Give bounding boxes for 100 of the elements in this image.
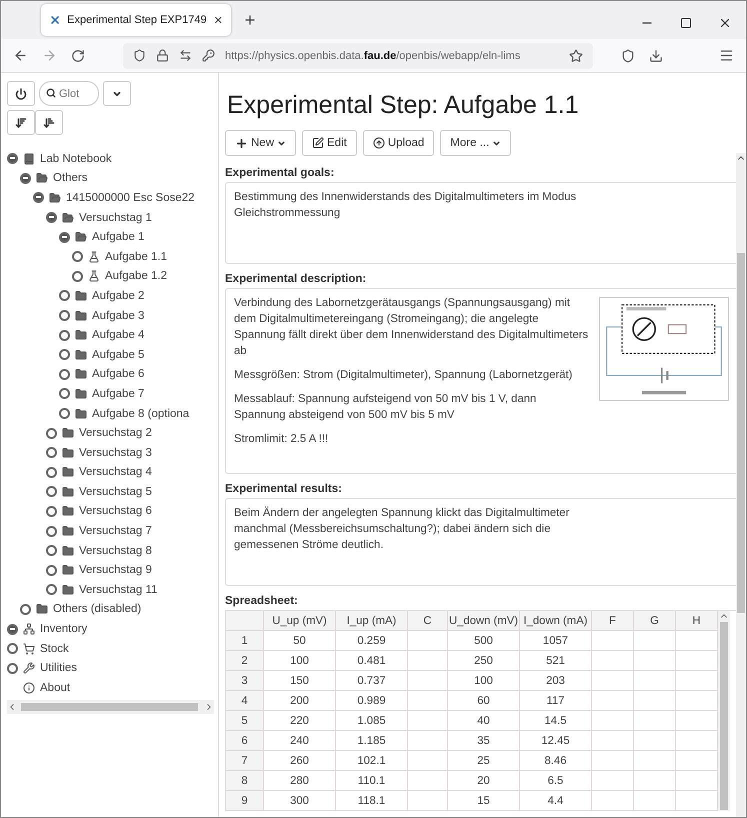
tree-item[interactable]: Aufgabe 7 [92, 388, 144, 400]
power-button[interactable] [7, 81, 35, 106]
expand-icon[interactable] [7, 643, 18, 654]
tree-item[interactable]: Versuchstag 11 [79, 584, 158, 596]
table-scrollbar[interactable] [718, 611, 730, 811]
expand-icon[interactable] [46, 486, 57, 498]
table-cell [676, 751, 718, 771]
collapse-icon[interactable] [59, 232, 70, 243]
tree-item[interactable]: Versuchstag 4 [79, 466, 152, 478]
tree-item[interactable]: Aufgabe 8 (optiona [92, 408, 190, 420]
table-cell: 118.1 [336, 791, 408, 811]
action-button[interactable]: More ... [440, 130, 512, 156]
expand-icon[interactable] [7, 662, 18, 674]
expand-icon[interactable] [59, 349, 70, 360]
expand-icon[interactable] [46, 447, 57, 458]
expand-icon[interactable] [72, 251, 83, 262]
column-header[interactable]: U_down (mV) [448, 611, 520, 631]
book-icon [23, 152, 35, 165]
expand-icon[interactable] [46, 564, 57, 576]
table-cell: 100 [448, 671, 520, 691]
address-bar[interactable]: https://physics.openbis.data.fau.de/openbis/webapp/eln-lims [123, 42, 593, 68]
vertical-scrollbar[interactable] [736, 153, 746, 817]
collapse-icon[interactable] [46, 212, 57, 224]
collapse-icon[interactable] [7, 624, 18, 635]
tree-item[interactable]: Versuchstag 6 [79, 505, 152, 518]
sort-button[interactable] [7, 110, 35, 135]
collapse-icon[interactable] [33, 192, 44, 204]
action-button[interactable]: Edit [302, 130, 357, 156]
tree-item[interactable]: Aufgabe 4 [92, 329, 144, 342]
column-header[interactable]: C [408, 611, 448, 631]
row-header: 7 [226, 751, 264, 771]
table-cell: 150 [264, 671, 336, 691]
expand-icon[interactable] [59, 368, 70, 380]
tree-item[interactable]: Versuchstag 3 [79, 446, 152, 459]
collapse-icon[interactable] [7, 153, 18, 164]
sort-button[interactable] [35, 110, 63, 135]
download-icon[interactable] [649, 48, 663, 62]
collapse-icon[interactable] [20, 172, 31, 184]
table-cell [592, 651, 634, 671]
expand-icon[interactable] [46, 584, 57, 596]
table-cell: 20 [448, 771, 520, 791]
close-icon[interactable] [212, 14, 223, 26]
expand-icon[interactable] [59, 310, 70, 322]
bookmark-icon[interactable] [569, 48, 583, 62]
tree-item[interactable]: Stock [40, 642, 69, 655]
expand-icon[interactable] [59, 408, 70, 420]
action-button[interactable]: Upload [362, 130, 434, 156]
browser-tab[interactable]: Experimental Step EXP1749 [41, 4, 231, 36]
tree-item[interactable]: Aufgabe 1.1 [105, 250, 168, 263]
expand-icon[interactable] [20, 604, 31, 615]
tree-item[interactable]: 1415000000 Esc Sose22 [66, 192, 195, 204]
column-header[interactable]: I_up (mA) [336, 611, 408, 631]
column-header[interactable]: F [592, 611, 634, 631]
tree-item[interactable]: Versuchstag 1 [79, 212, 152, 224]
tree-item[interactable]: Versuchstag 5 [79, 486, 152, 498]
menu-icon[interactable] [719, 48, 734, 63]
tree-item[interactable]: Others (disabled) [53, 603, 142, 616]
new-tab-icon[interactable] [243, 13, 257, 27]
tree-item[interactable]: Aufgabe 5 [92, 348, 144, 361]
column-header[interactable]: H [676, 611, 718, 631]
reload-icon[interactable] [71, 48, 85, 62]
tree-item[interactable]: Aufgabe 1.2 [105, 270, 168, 282]
tree-item[interactable]: Versuchstag 7 [79, 525, 152, 538]
tree-item[interactable]: Aufgabe 1 [92, 231, 144, 244]
search-field[interactable]: Glot [39, 81, 99, 106]
expand-icon[interactable] [59, 388, 70, 400]
expand-icon[interactable] [46, 526, 57, 537]
expand-icon[interactable] [46, 545, 57, 556]
column-header[interactable]: I_down (mA) [520, 611, 592, 631]
tree-item[interactable]: Lab Notebook [40, 152, 112, 165]
expand-icon[interactable] [46, 506, 57, 517]
tree-item[interactable]: Aufgabe 6 [92, 368, 144, 380]
column-header[interactable]: U_up (mV) [264, 611, 336, 631]
expand-icon[interactable] [59, 330, 70, 341]
expand-icon[interactable] [72, 270, 83, 282]
tree-item[interactable]: Versuchstag 2 [79, 427, 152, 440]
tree-item[interactable]: Versuchstag 9 [79, 564, 152, 576]
tree-item[interactable]: Aufgabe 3 [92, 310, 144, 322]
table-cell: 4.4 [520, 791, 592, 811]
tree-item[interactable]: Inventory [40, 623, 88, 636]
table-cell: 0.481 [336, 651, 408, 671]
table-cell: 102.1 [336, 751, 408, 771]
close-icon[interactable] [718, 16, 732, 30]
expand-icon[interactable] [46, 428, 57, 439]
expand-icon[interactable] [46, 466, 57, 478]
column-header[interactable]: G [634, 611, 676, 631]
tree-item[interactable]: Utilities [40, 662, 78, 674]
tree-item[interactable]: Others [53, 172, 88, 184]
section-heading: Experimental goals: [225, 167, 336, 179]
table-cell [408, 791, 448, 811]
folder-icon [62, 544, 74, 557]
maximize-icon[interactable] [680, 17, 692, 29]
horizontal-scrollbar[interactable] [7, 700, 214, 714]
tree-item[interactable]: About [40, 682, 70, 694]
tree-item[interactable]: Versuchstag 8 [79, 544, 152, 557]
back-icon[interactable] [13, 48, 28, 63]
tab-title: Experimental Step EXP1749 [67, 14, 207, 26]
action-button[interactable]: New [225, 130, 296, 156]
tree-item[interactable]: Aufgabe 2 [92, 290, 144, 302]
expand-icon[interactable] [59, 290, 70, 302]
